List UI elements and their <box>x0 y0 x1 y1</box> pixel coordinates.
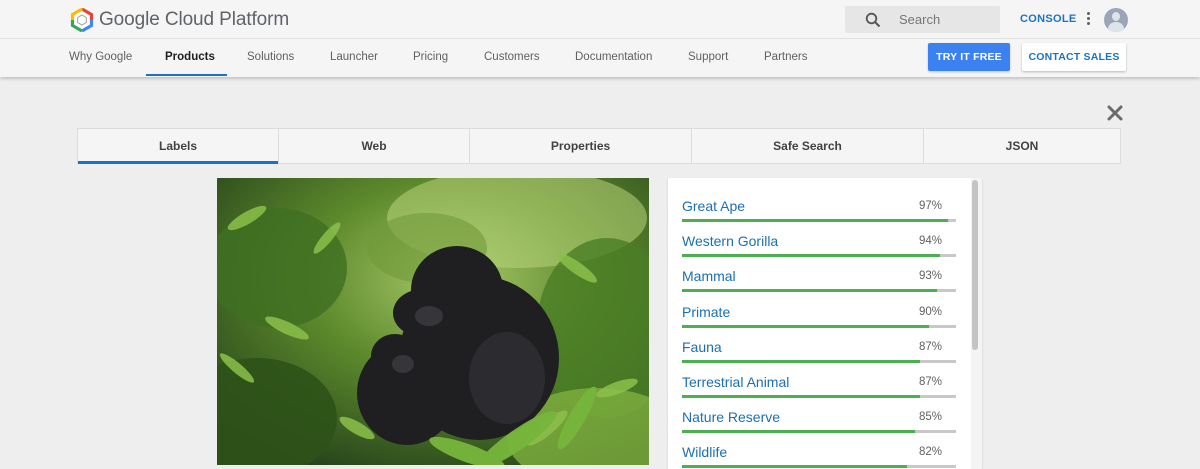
label-score: 82% <box>918 446 942 459</box>
search-input[interactable] <box>899 12 999 27</box>
result-tabs: Labels Web Properties Safe Search JSON <box>77 128 1121 164</box>
confidence-bar <box>682 324 956 328</box>
label-name[interactable]: Nature Reserve <box>682 409 780 425</box>
search-icon <box>865 12 881 27</box>
search-box[interactable] <box>845 6 1000 33</box>
confidence-bar <box>682 395 956 398</box>
label-row: Fauna 87% <box>682 339 956 374</box>
label-score: 97% <box>918 200 942 212</box>
close-icon[interactable] <box>1107 105 1123 121</box>
confidence-bar-fill <box>682 395 921 398</box>
nav-products[interactable]: Products <box>165 51 215 63</box>
confidence-bar-fill <box>682 359 921 363</box>
gcp-logo[interactable]: Google Cloud Platform <box>70 8 289 32</box>
top-bar: Google Cloud Platform CONSOLE <box>0 0 1200 39</box>
label-score: 93% <box>918 270 942 283</box>
confidence-bar <box>682 359 956 363</box>
user-avatar[interactable] <box>1104 8 1128 32</box>
label-row: Western Gorilla 94% <box>682 233 956 268</box>
label-name[interactable]: Fauna <box>682 339 722 355</box>
nav-solutions[interactable]: Solutions <box>247 51 294 63</box>
confidence-bar <box>682 219 956 222</box>
more-vert-icon[interactable] <box>1083 11 1093 29</box>
confidence-bar <box>682 289 956 293</box>
nav-launcher[interactable]: Launcher <box>330 51 378 63</box>
label-name[interactable]: Wildlife <box>682 444 727 460</box>
label-score: 90% <box>918 305 942 318</box>
nav-customers[interactable]: Customers <box>484 51 540 63</box>
confidence-bar <box>682 465 956 469</box>
label-score: 87% <box>918 376 942 388</box>
brand-name: Google Cloud Platform <box>99 9 290 30</box>
label-name[interactable]: Western Gorilla <box>682 233 778 249</box>
tab-properties[interactable]: Properties <box>470 129 692 163</box>
nav-documentation[interactable]: Documentation <box>575 51 652 63</box>
scrollbar-thumb[interactable] <box>972 180 978 350</box>
label-row: Mammal 93% <box>682 268 956 303</box>
active-nav-indicator <box>146 74 227 76</box>
nav-partners[interactable]: Partners <box>764 51 807 63</box>
main-nav: Why Google Products Solutions Launcher P… <box>0 39 1200 77</box>
label-row: Terrestrial Animal 87% <box>682 374 956 409</box>
confidence-bar-fill <box>682 430 915 434</box>
nav-pricing[interactable]: Pricing <box>413 51 448 63</box>
label-row: Wildlife 82% <box>682 444 956 469</box>
tab-safe-search[interactable]: Safe Search <box>692 129 924 163</box>
labels-panel: Great Ape 97% Western Gorilla 94% Mammal 93% P… <box>668 178 982 469</box>
confidence-bar-fill <box>682 289 937 293</box>
contact-sales-button[interactable]: CONTACT SALES <box>1022 43 1126 71</box>
tab-labels[interactable]: Labels <box>78 129 279 164</box>
confidence-bar-fill <box>682 219 948 222</box>
console-link[interactable]: CONSOLE <box>1020 13 1077 25</box>
try-it-free-button[interactable]: TRY IT FREE <box>928 43 1010 71</box>
label-name[interactable]: Terrestrial Animal <box>682 374 789 390</box>
label-name[interactable]: Primate <box>682 304 730 320</box>
label-name[interactable]: Great Ape <box>682 198 745 214</box>
label-score: 87% <box>918 340 942 353</box>
confidence-bar <box>682 430 956 434</box>
confidence-bar-fill <box>682 465 907 469</box>
tab-web[interactable]: Web <box>279 129 470 163</box>
label-row: Primate 90% <box>682 304 956 339</box>
label-score: 85% <box>918 411 942 424</box>
label-row: Nature Reserve 85% <box>682 409 956 444</box>
nav-why-google[interactable]: Why Google <box>69 51 132 63</box>
label-score: 94% <box>918 235 942 248</box>
hexagon-logo-icon <box>70 8 94 32</box>
tab-json[interactable]: JSON <box>924 129 1120 163</box>
confidence-bar-fill <box>682 254 940 258</box>
label-name[interactable]: Mammal <box>682 268 736 284</box>
analyzed-image <box>217 178 649 465</box>
nav-support[interactable]: Support <box>688 51 728 63</box>
confidence-bar-fill <box>682 324 929 328</box>
confidence-bar <box>682 254 956 258</box>
label-row: Great Ape 97% <box>682 198 956 233</box>
